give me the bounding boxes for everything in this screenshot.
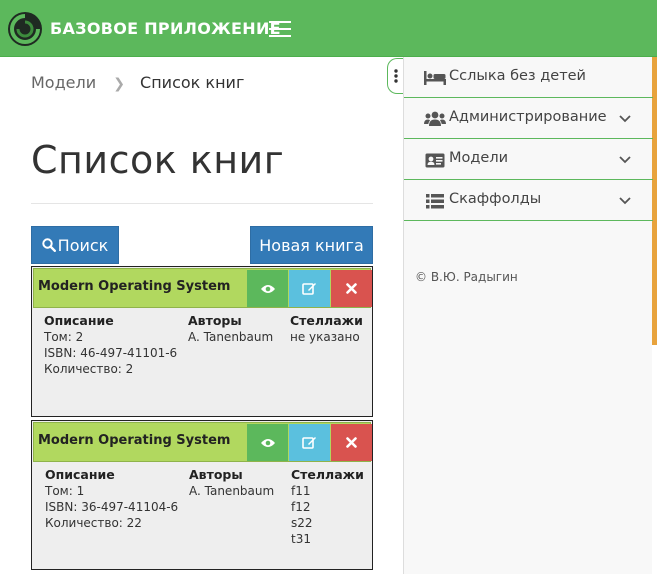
delete-button[interactable] bbox=[331, 424, 372, 461]
breadcrumb-current: Список книг bbox=[140, 73, 245, 92]
sidebar-item-label: Сслыка без детей bbox=[449, 68, 586, 84]
chevron-down-icon bbox=[619, 197, 631, 205]
shelves-header: Стеллажи bbox=[291, 467, 364, 482]
shelves-header: Стеллажи bbox=[290, 313, 363, 328]
book-card-header: Modern Operating System bbox=[33, 268, 372, 308]
view-button[interactable] bbox=[247, 270, 288, 307]
edit-icon bbox=[302, 283, 316, 295]
authors-header: Авторы bbox=[188, 313, 242, 328]
users-icon bbox=[424, 110, 446, 128]
title-divider bbox=[31, 203, 373, 204]
book-author: A. Tanenbaum bbox=[189, 484, 275, 498]
authors-header: Авторы bbox=[189, 467, 243, 482]
description-header: Описание bbox=[44, 313, 114, 328]
shelf-item: t31 bbox=[291, 532, 311, 546]
book-shelves: Стеллажи не указано bbox=[290, 313, 363, 345]
sidebar-item-label: Скаффолды bbox=[449, 191, 542, 207]
sidebar-item-link[interactable]: Сслыка без детей bbox=[404, 57, 653, 98]
search-button[interactable]: Поиск bbox=[31, 226, 119, 264]
breadcrumb-link-models[interactable]: Модели bbox=[31, 73, 96, 92]
shelf-item: не указано bbox=[290, 330, 360, 344]
chevron-down-icon bbox=[619, 156, 631, 164]
page-title: Список книг bbox=[31, 138, 285, 182]
search-icon bbox=[41, 238, 56, 252]
book-card: Modern Operating System Описание Том: 1 … bbox=[31, 420, 373, 570]
book-description: Описание Том: 2 ISBN: 46-497-41101-6 Кол… bbox=[44, 313, 177, 377]
book-card: Modern Operating System Описание Том: 2 … bbox=[31, 266, 373, 417]
book-isbn: ISBN: 46-497-41101-6 bbox=[44, 346, 178, 360]
sidebar-item-label: Модели bbox=[449, 150, 509, 166]
eye-icon bbox=[260, 284, 275, 293]
book-description: Описание Том: 1 ISBN: 36-497-41104-6 Кол… bbox=[45, 467, 178, 531]
new-book-button[interactable]: Новая книга bbox=[250, 226, 373, 264]
book-title: Modern Operating System bbox=[38, 279, 231, 294]
close-icon bbox=[346, 283, 357, 294]
sidebar: Сслыка без детей Администрирование Модел… bbox=[403, 57, 653, 574]
view-button[interactable] bbox=[247, 424, 288, 461]
book-volume: Том: 1 bbox=[45, 484, 85, 498]
shelf-item: s22 bbox=[291, 516, 313, 530]
delete-button[interactable] bbox=[331, 270, 372, 307]
edit-button[interactable] bbox=[289, 424, 330, 461]
chevron-down-icon bbox=[619, 115, 631, 123]
sidebar-toggle[interactable] bbox=[387, 58, 403, 94]
book-authors: Авторы A. Tanenbaum bbox=[189, 467, 274, 499]
shelf-item: f11 bbox=[291, 484, 311, 498]
book-quantity: Количество: 2 bbox=[44, 362, 134, 376]
list-icon bbox=[424, 192, 446, 210]
brand-logo-icon bbox=[8, 12, 42, 46]
id-card-icon bbox=[424, 151, 446, 169]
book-author: A. Tanenbaum bbox=[188, 330, 274, 344]
chevron-right-icon: ❯ bbox=[113, 76, 125, 92]
book-shelves: Стеллажи f11 f12 s22 t31 bbox=[291, 467, 364, 547]
sidebar-item-scaffolds[interactable]: Скаффолды bbox=[404, 180, 653, 221]
menu-toggle-icon[interactable] bbox=[269, 21, 291, 37]
close-icon bbox=[346, 437, 357, 448]
eye-icon bbox=[260, 438, 275, 447]
sidebar-item-label: Администрирование bbox=[449, 109, 607, 125]
book-authors: Авторы A. Tanenbaum bbox=[188, 313, 273, 345]
book-volume: Том: 2 bbox=[44, 330, 84, 344]
breadcrumb: Модели ❯ Список книг bbox=[31, 73, 244, 92]
sidebar-item-admin[interactable]: Администрирование bbox=[404, 98, 653, 139]
brand-title[interactable]: БАЗОВОЕ ПРИЛОЖЕНИЕ bbox=[50, 19, 281, 38]
book-card-header: Modern Operating System bbox=[33, 422, 372, 462]
search-button-label: Поиск bbox=[57, 235, 109, 255]
top-navbar: БАЗОВОЕ ПРИЛОЖЕНИЕ bbox=[0, 0, 657, 57]
shelf-item: f12 bbox=[291, 500, 311, 514]
sidebar-item-models[interactable]: Модели bbox=[404, 139, 653, 180]
bed-icon bbox=[424, 69, 446, 87]
book-isbn: ISBN: 36-497-41104-6 bbox=[45, 500, 179, 514]
book-quantity: Количество: 22 bbox=[45, 516, 142, 530]
sidebar-footer: © В.Ю. Радыгин bbox=[415, 270, 518, 284]
edit-icon bbox=[302, 437, 316, 449]
new-book-button-label: Новая книга bbox=[259, 235, 364, 255]
edit-button[interactable] bbox=[289, 270, 330, 307]
book-title: Modern Operating System bbox=[38, 433, 231, 448]
vertical-ellipsis-icon bbox=[393, 69, 398, 83]
description-header: Описание bbox=[45, 467, 115, 482]
